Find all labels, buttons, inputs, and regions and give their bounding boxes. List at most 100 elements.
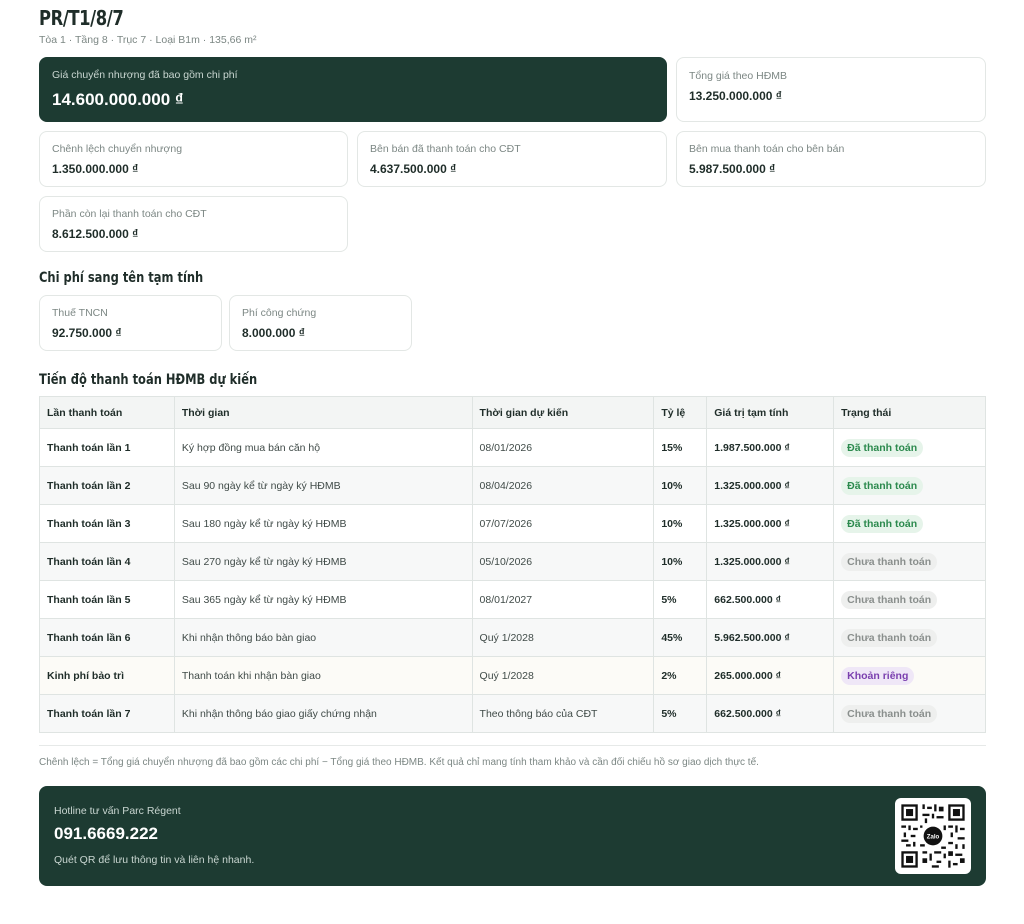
payment-status-cell: Đã thanh toán — [833, 466, 986, 505]
column-header: Lần thanh toán — [39, 396, 175, 429]
payment-rate: 10% — [653, 466, 708, 505]
hotline-label: Hotline tư vấn Parc Régent — [54, 805, 181, 817]
status-badge: Đã thanh toán — [841, 438, 924, 457]
table-row: Thanh toán lần 2 Sau 90 ngày kể từ ngày … — [39, 466, 986, 505]
qr-logo-text: Zalo — [927, 834, 940, 841]
payment-name: Thanh toán lần 6 — [39, 618, 175, 657]
payment-name: Thanh toán lần 3 — [39, 504, 175, 543]
column-header: Trạng thái — [833, 396, 986, 429]
payment-expected-date: 08/01/2026 — [471, 428, 655, 467]
payment-amount: 1.325.000.000 ₫ — [706, 466, 835, 505]
status-badge: Chưa thanh toán — [841, 628, 938, 647]
column-header: Giá trị tạm tính — [706, 396, 835, 429]
card-label: Phí công chứng — [242, 307, 317, 319]
table-row: Thanh toán lần 6 Khi nhận thông báo bàn … — [39, 618, 986, 657]
payment-time: Khi nhận thông báo bàn giao — [173, 618, 473, 657]
payment-time: Thanh toán khi nhận bàn giao — [173, 656, 473, 695]
card-value: 8.612.500.000 ₫ — [52, 227, 139, 241]
card-label: Bên bán đã thanh toán cho CĐT — [370, 143, 521, 155]
status-badge: Chưa thanh toán — [841, 590, 938, 609]
card-value: 92.750.000 ₫ — [52, 326, 122, 340]
payment-name: Thanh toán lần 4 — [39, 542, 175, 581]
card-contract-total: Tổng giá theo HĐMB 13.250.000.000 ₫ — [676, 57, 986, 122]
card-value: 1.350.000.000 ₫ — [52, 162, 139, 176]
card-transfer-price: Giá chuyển nhượng đã bao gồm chi phí 14.… — [39, 57, 667, 122]
table-row: Thanh toán lần 5 Sau 365 ngày kể từ ngày… — [39, 580, 986, 619]
payment-status-cell: Chưa thanh toán — [833, 580, 986, 619]
card-value: 4.637.500.000 ₫ — [370, 162, 457, 176]
table-row: Thanh toán lần 3 Sau 180 ngày kể từ ngày… — [39, 504, 986, 543]
card-label: Thuế TNCN — [52, 307, 108, 319]
payment-rate: 5% — [653, 580, 708, 619]
table-header-row: Lần thanh toán Thời gian Thời gian dự ki… — [39, 396, 986, 429]
payment-amount: 1.987.500.000 ₫ — [706, 428, 835, 467]
payment-rate: 2% — [653, 656, 708, 695]
payment-expected-date: Quý 1/2028 — [471, 618, 655, 657]
table-row: Thanh toán lần 4 Sau 270 ngày kể từ ngày… — [39, 542, 986, 581]
status-badge: Đã thanh toán — [841, 514, 924, 533]
payment-name: Thanh toán lần 5 — [39, 580, 175, 619]
payment-name: Kinh phí bảo trì — [39, 656, 175, 695]
card-label: Phần còn lại thanh toán cho CĐT — [52, 208, 207, 220]
status-badge: Chưa thanh toán — [841, 704, 938, 723]
payment-time: Khi nhận thông báo giao giấy chứng nhận — [173, 694, 473, 733]
qr-code-icon: Zalo — [899, 802, 967, 870]
card-notary: Phí công chứng 8.000.000 ₫ — [229, 295, 412, 351]
card-value: 14.600.000.000 ₫ — [52, 90, 184, 109]
payment-status-cell: Chưa thanh toán — [833, 618, 986, 657]
payment-time: Sau 270 ngày kể từ ngày ký HĐMB — [173, 542, 473, 581]
payment-status-cell: Chưa thanh toán — [833, 542, 986, 581]
payment-expected-date: 08/01/2027 — [471, 580, 655, 619]
card-difference: Chênh lệch chuyển nhượng 1.350.000.000 ₫ — [39, 131, 348, 187]
table-row: Thanh toán lần 7 Khi nhận thông báo giao… — [39, 694, 986, 733]
payment-rate: 45% — [653, 618, 708, 657]
payment-amount: 1.325.000.000 ₫ — [706, 504, 835, 543]
hotline-note: Quét QR để lưu thông tin và liên hệ nhan… — [54, 854, 255, 866]
column-header: Tỷ lệ — [653, 396, 708, 429]
payment-name: Thanh toán lần 2 — [39, 466, 175, 505]
card-buyer-pays-seller: Bên mua thanh toán cho bên bán 5.987.500… — [676, 131, 986, 187]
payment-status-cell: Chưa thanh toán — [833, 694, 986, 733]
status-badge: Đã thanh toán — [841, 476, 924, 495]
payment-time: Sau 180 ngày kể từ ngày ký HĐMB — [173, 504, 473, 543]
payment-rate: 10% — [653, 504, 708, 543]
footnote: Chênh lệch = Tổng giá chuyển nhượng đã b… — [39, 757, 759, 768]
status-badge: Chưa thanh toán — [841, 552, 938, 571]
payment-time: Ký hợp đồng mua bán căn hộ — [173, 428, 473, 467]
payment-expected-date: 07/07/2026 — [471, 504, 655, 543]
hotline-number[interactable]: 091.6669.222 — [54, 824, 158, 844]
payment-expected-date: 05/10/2026 — [471, 542, 655, 581]
payment-time: Sau 365 ngày kể từ ngày ký HĐMB — [173, 580, 473, 619]
payment-time: Sau 90 ngày kể từ ngày ký HĐMB — [173, 466, 473, 505]
hotline-banner: Hotline tư vấn Parc Régent 091.6669.222 … — [39, 786, 986, 886]
payment-rate: 10% — [653, 542, 708, 581]
qr-code[interactable]: Zalo — [895, 798, 971, 874]
card-value: 5.987.500.000 ₫ — [689, 162, 776, 176]
card-value: 13.250.000.000 ₫ — [689, 89, 782, 103]
payment-amount: 1.325.000.000 ₫ — [706, 542, 835, 581]
card-seller-paid: Bên bán đã thanh toán cho CĐT 4.637.500.… — [357, 131, 667, 187]
divider — [39, 745, 986, 746]
payment-name: Thanh toán lần 1 — [39, 428, 175, 467]
payment-amount: 265.000.000 ₫ — [706, 656, 835, 695]
card-label: Chênh lệch chuyển nhượng — [52, 143, 183, 155]
schedule-title: Tiến độ thanh toán HĐMB dự kiến — [39, 372, 258, 388]
payment-name: Thanh toán lần 7 — [39, 694, 175, 733]
unit-code: PR/T1/8/7 — [39, 6, 124, 30]
card-value: 8.000.000 ₫ — [242, 326, 305, 340]
payment-status-cell: Đã thanh toán — [833, 428, 986, 467]
fees-title: Chi phí sang tên tạm tính — [39, 270, 204, 286]
card-tax: Thuế TNCN 92.750.000 ₫ — [39, 295, 222, 351]
payment-amount: 662.500.000 ₫ — [706, 694, 835, 733]
payment-expected-date: 08/04/2026 — [471, 466, 655, 505]
card-remaining-to-developer: Phần còn lại thanh toán cho CĐT 8.612.50… — [39, 196, 348, 252]
payment-rate: 5% — [653, 694, 708, 733]
payment-rate: 15% — [653, 428, 708, 467]
schedule-table: Lần thanh toán Thời gian Thời gian dự ki… — [39, 396, 986, 733]
card-label: Tổng giá theo HĐMB — [689, 70, 788, 82]
unit-subtitle: Tòa 1 · Tầng 8 · Trục 7 · Loại B1m · 135… — [39, 34, 257, 46]
card-label: Giá chuyển nhượng đã bao gồm chi phí — [52, 69, 238, 81]
payment-expected-date: Theo thông báo của CĐT — [471, 694, 655, 733]
table-row: Kinh phí bảo trì Thanh toán khi nhận bàn… — [39, 656, 986, 695]
payment-status-cell: Khoản riêng — [833, 656, 986, 695]
